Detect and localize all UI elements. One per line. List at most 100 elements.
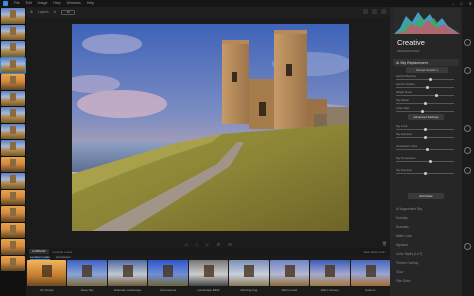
maximize-button[interactable]: □ — [460, 0, 462, 7]
app-logo-icon — [3, 1, 8, 6]
sky-replacement-section[interactable]: AI Sky Replacement — [393, 59, 459, 66]
preset-tile[interactable]: Landscape B&W — [188, 260, 229, 296]
tool-item[interactable]: AI Augmented Sky — [396, 207, 422, 211]
menu-edit[interactable]: Edit — [26, 0, 32, 7]
presets-tag[interactable]: LUMINAR — [29, 249, 49, 254]
tool-item[interactable]: Color Styles (LUT) — [396, 252, 422, 256]
layers-icon[interactable] — [464, 39, 471, 46]
preset-tile[interactable]: Autumn — [350, 260, 390, 296]
menu-image[interactable]: Image — [38, 0, 48, 7]
slider-knob[interactable] — [426, 86, 430, 89]
preset-name: Impressions — [159, 288, 177, 292]
slider-knob[interactable] — [434, 94, 438, 97]
close-button[interactable]: ✕ — [469, 0, 472, 7]
tool-item[interactable]: Matte Look — [396, 234, 412, 238]
add-icon[interactable]: ⊕ — [30, 10, 33, 14]
compare-icon[interactable] — [363, 9, 368, 14]
filmstrip-thumbnail[interactable] — [1, 41, 25, 57]
preset-tile[interactable]: Dramatic Landscape — [107, 260, 148, 296]
minimize-button[interactable]: – — [452, 0, 454, 7]
slider-label: Sky Exposure — [396, 169, 413, 172]
filmstrip-thumbnail[interactable] — [1, 140, 25, 156]
tool-item[interactable]: Dramatic — [396, 225, 409, 229]
main-photo[interactable] — [72, 24, 349, 231]
preset-tile[interactable]: Warm Sunset — [310, 260, 350, 296]
preset-tile[interactable]: Warm Land — [269, 260, 310, 296]
filmstrip-thumbnail[interactable] — [1, 255, 25, 271]
palette-icon[interactable] — [464, 125, 471, 132]
prev-icon[interactable]: ◁ — [184, 242, 187, 247]
slider-knob[interactable] — [429, 78, 432, 81]
preset-name: Warm Land — [281, 288, 298, 292]
frame-icon[interactable]: □ — [195, 242, 197, 247]
advanced-settings-button[interactable]: Advanced Settings — [408, 114, 444, 120]
menu-help[interactable]: Help — [53, 0, 60, 7]
slider-knob[interactable] — [423, 136, 427, 139]
menu-help-2[interactable]: Help — [87, 0, 94, 7]
filmstrip-thumbnail[interactable] — [1, 222, 25, 238]
slider-knob[interactable] — [423, 128, 427, 131]
side-icon-strip — [462, 7, 474, 296]
toolbar-right-group — [363, 9, 386, 14]
filmstrip-thumbnail[interactable] — [1, 206, 25, 222]
preset-name: Autumn — [365, 288, 376, 292]
filmstrip-thumbnail[interactable] — [1, 74, 25, 90]
save-look-button[interactable]: Save New Look... — [363, 250, 387, 254]
preset-tile[interactable]: Impressions — [148, 260, 188, 296]
slider-track[interactable] — [396, 79, 454, 80]
tool-item[interactable]: Mystical — [396, 243, 408, 247]
trash-icon[interactable]: 🗑 — [382, 241, 387, 246]
slider-track[interactable] — [396, 111, 454, 112]
filmstrip-thumbnail[interactable] — [1, 8, 25, 24]
zoom-select[interactable]: Fit — [61, 9, 76, 15]
portrait-icon[interactable] — [464, 167, 471, 174]
slider-knob[interactable] — [429, 160, 432, 163]
layers-label[interactable]: Layers — [38, 10, 49, 14]
zoom-out-icon[interactable]: ⊖ — [53, 10, 56, 14]
slider-knob[interactable] — [423, 102, 427, 105]
tool-item[interactable]: Film Grain — [396, 279, 411, 283]
tool-item[interactable]: Glow — [396, 270, 403, 274]
undo-icon[interactable] — [372, 9, 377, 14]
slider-track[interactable] — [396, 149, 454, 150]
filmstrip-thumbnail[interactable] — [1, 90, 25, 106]
slider-track[interactable] — [396, 161, 454, 162]
slider-row: Horizon Position — [396, 83, 454, 89]
adjust-icon[interactable] — [464, 67, 471, 74]
preset-name: Morning Fog — [240, 288, 258, 292]
preset-thumbnail — [229, 260, 269, 286]
info-icon[interactable] — [464, 243, 471, 250]
filmstrip-thumbnail[interactable] — [1, 173, 25, 189]
slider-knob[interactable] — [423, 172, 427, 175]
filmstrip-thumbnail[interactable] — [1, 123, 25, 139]
slider-knob[interactable] — [426, 148, 430, 151]
face-icon[interactable] — [464, 147, 471, 154]
filmstrip-thumbnail[interactable] — [1, 107, 25, 123]
preset-thumbnail — [188, 260, 229, 286]
filmstrip-thumbnail[interactable] — [1, 156, 25, 172]
slider-track[interactable] — [396, 87, 454, 88]
slider-row: Relight Scene — [396, 91, 454, 97]
slider-label: Sky Exposure — [396, 133, 413, 136]
filmstrip-thumbnail[interactable] — [1, 189, 25, 205]
filmstrip-thumbnail[interactable] — [1, 239, 25, 255]
filmstrip-thumbnail[interactable] — [0, 56, 26, 74]
crop-icon[interactable]: ⊡ — [217, 242, 220, 247]
export-icon[interactable] — [381, 9, 386, 14]
menu-windows[interactable]: Windows — [67, 0, 81, 7]
image-canvas[interactable] — [26, 17, 390, 242]
compare-icon[interactable]: ⊟ — [228, 242, 231, 247]
sky-selection-dropdown[interactable]: Sunset Clouds 1 — [406, 67, 448, 73]
slider-knob[interactable] — [420, 110, 424, 113]
slider-track[interactable] — [396, 95, 454, 96]
tool-item[interactable]: Sunrays — [396, 216, 408, 220]
slider-row: Close Gaps — [396, 107, 454, 113]
preset-tile[interactable]: Deep Sky — [67, 260, 107, 296]
edit-mask-button[interactable]: Edit Mask — [408, 193, 444, 199]
tool-item[interactable]: Texture Overlay — [396, 261, 418, 265]
filmstrip-thumbnail[interactable] — [1, 24, 25, 40]
next-icon[interactable]: ▷ — [206, 242, 209, 247]
preset-tile[interactable]: Morning Fog — [229, 260, 269, 296]
preset-tile[interactable]: Air Cloudy — [27, 260, 67, 296]
menu-file[interactable]: File — [14, 0, 20, 7]
